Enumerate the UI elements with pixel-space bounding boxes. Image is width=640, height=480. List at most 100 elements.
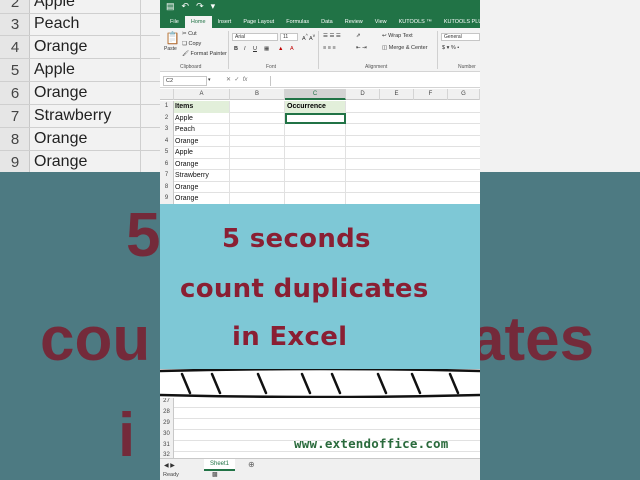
bold-button[interactable]: B xyxy=(234,46,238,52)
align-top-icons[interactable]: ☰ ☰ ☰ xyxy=(323,33,341,39)
customize-icon[interactable]: ▾ xyxy=(211,1,216,12)
cell-b[interactable] xyxy=(230,158,285,170)
wrap-text-button[interactable]: ↩ Wrap Text xyxy=(382,33,413,39)
cell-b[interactable] xyxy=(230,193,285,205)
underline-button[interactable]: U xyxy=(253,46,257,52)
cell-c[interactable] xyxy=(285,124,346,136)
cell-c[interactable] xyxy=(285,170,346,182)
column-header[interactable]: D xyxy=(346,89,380,100)
cell-a[interactable]: Orange xyxy=(174,158,230,170)
row-number[interactable]: 3 xyxy=(160,124,174,136)
cell-b[interactable] xyxy=(230,112,285,124)
row-number[interactable]: 9 xyxy=(160,193,174,205)
column-header[interactable]: E xyxy=(380,89,414,100)
cell-c[interactable] xyxy=(285,147,346,159)
tab-review[interactable]: Review xyxy=(339,19,369,28)
cell-b[interactable] xyxy=(230,181,285,193)
cell-a1[interactable]: Items xyxy=(174,101,230,113)
font-color-icon[interactable]: A xyxy=(290,46,294,52)
macro-record-icon[interactable]: ▩ xyxy=(212,471,218,480)
cell-c[interactable] xyxy=(285,181,346,193)
enter-icon[interactable]: ✓ xyxy=(234,77,239,83)
tab-insert[interactable]: Insert xyxy=(212,19,238,28)
background-row-number: 5 xyxy=(10,62,20,79)
active-cell-c2[interactable] xyxy=(285,112,346,124)
cell-c[interactable] xyxy=(285,135,346,147)
fx-icon[interactable]: fx xyxy=(243,77,248,83)
paste-button[interactable]: Paste xyxy=(164,46,177,52)
cell-b[interactable] xyxy=(230,135,285,147)
row-number[interactable]: 5 xyxy=(160,147,174,159)
tab-data[interactable]: Data xyxy=(315,19,339,28)
scroll-sheets-icons[interactable]: ◀ ▶ xyxy=(164,462,175,469)
row-number[interactable]: 4 xyxy=(160,135,174,147)
align-left-icons[interactable]: ≡ ≡ ≡ xyxy=(323,45,336,51)
namebox-dropdown-icon[interactable]: ▾ xyxy=(208,77,211,83)
row-number[interactable]: 1 xyxy=(160,101,174,113)
column-header[interactable]: G xyxy=(448,89,480,100)
tab-page-layout[interactable]: Page Layout xyxy=(237,19,280,28)
indent-icons[interactable]: ⇤ ⇥ xyxy=(356,45,367,51)
tab-view[interactable]: View xyxy=(369,19,393,28)
column-header[interactable]: B xyxy=(230,89,285,100)
row-number[interactable]: 7 xyxy=(160,170,174,182)
tab-home[interactable]: Home xyxy=(184,16,212,28)
add-sheet-icon[interactable]: ⊕ xyxy=(248,460,255,469)
cell-a[interactable]: Orange xyxy=(174,193,230,205)
borders-icon[interactable]: ▦ xyxy=(264,46,269,52)
merge-center-button[interactable]: ◫ Merge & Center xyxy=(382,45,428,51)
italic-button[interactable]: I xyxy=(244,46,246,52)
currency-icons[interactable]: $ ▾ % • xyxy=(442,45,459,51)
font-name-select[interactable]: Arial xyxy=(232,33,278,41)
row-number[interactable]: 6 xyxy=(160,158,174,170)
cell-a[interactable]: Apple xyxy=(174,112,230,124)
row-number[interactable]: 8 xyxy=(160,181,174,193)
format-painter-button[interactable]: 🖌 Format Painter xyxy=(182,51,227,57)
font-size-buttons[interactable]: A^ Av xyxy=(302,33,315,42)
cell-a[interactable]: Orange xyxy=(174,181,230,193)
fill-color-icon[interactable]: ▲ xyxy=(278,46,283,52)
row-number[interactable]: 29 xyxy=(160,418,174,430)
cell-b[interactable] xyxy=(230,124,285,136)
cell-c[interactable] xyxy=(285,158,346,170)
row-number[interactable]: 2 xyxy=(160,112,174,124)
column-header[interactable]: F xyxy=(414,89,448,100)
tab-file[interactable]: File xyxy=(164,19,185,28)
cell-a[interactable]: Peach xyxy=(174,124,230,136)
cut-button[interactable]: ✂ Cut xyxy=(182,31,197,37)
tab-kutools-plus[interactable]: KUTOOLS PLUS xyxy=(438,19,480,28)
cell-a[interactable]: Orange xyxy=(174,135,230,147)
number-format-select[interactable]: General xyxy=(441,33,480,41)
background-row-number: 7 xyxy=(10,108,20,125)
copy-button[interactable]: ❏ Copy xyxy=(182,41,201,47)
paste-icon[interactable]: 📋 xyxy=(165,31,180,45)
background-row-value: Orange xyxy=(34,38,88,55)
cut-icon: ✂ xyxy=(182,31,187,37)
tab-formulas[interactable]: Formulas xyxy=(280,19,315,28)
tab-kutools[interactable]: KUTOOLS ™ xyxy=(393,19,438,28)
save-icon[interactable]: ▤ xyxy=(166,1,175,12)
redo-icon[interactable]: ↷ xyxy=(196,1,204,12)
cell-a[interactable]: Apple xyxy=(174,147,230,159)
sheet-tabs-bar: ◀ ▶ Sheet1 ⊕ xyxy=(160,458,480,471)
formula-input[interactable] xyxy=(270,76,480,86)
cell-c[interactable] xyxy=(285,193,346,205)
cell-b[interactable] xyxy=(230,147,285,159)
undo-icon[interactable]: ↶ xyxy=(182,1,190,12)
cell-a[interactable]: Strawberry xyxy=(174,170,230,182)
column-header-selected[interactable]: C xyxy=(285,89,346,100)
cell-c1[interactable]: Occurrence xyxy=(285,101,346,113)
cancel-icon[interactable]: ✕ xyxy=(226,77,231,83)
wrap-text-icon: ↩ xyxy=(382,33,387,39)
select-all-corner[interactable] xyxy=(160,89,174,100)
name-box[interactable]: C2 xyxy=(163,76,207,86)
column-header[interactable]: A xyxy=(174,89,230,100)
orientation-icon[interactable]: ⇗ xyxy=(356,33,361,39)
font-size-select[interactable]: 11 xyxy=(280,33,298,41)
cell-b[interactable] xyxy=(230,170,285,182)
cell-b1[interactable] xyxy=(230,101,285,113)
sheet-tab[interactable]: Sheet1 xyxy=(204,459,236,471)
row-number[interactable]: 30 xyxy=(160,429,174,441)
row-number[interactable]: 28 xyxy=(160,407,174,419)
background-row-number: 6 xyxy=(10,85,20,102)
